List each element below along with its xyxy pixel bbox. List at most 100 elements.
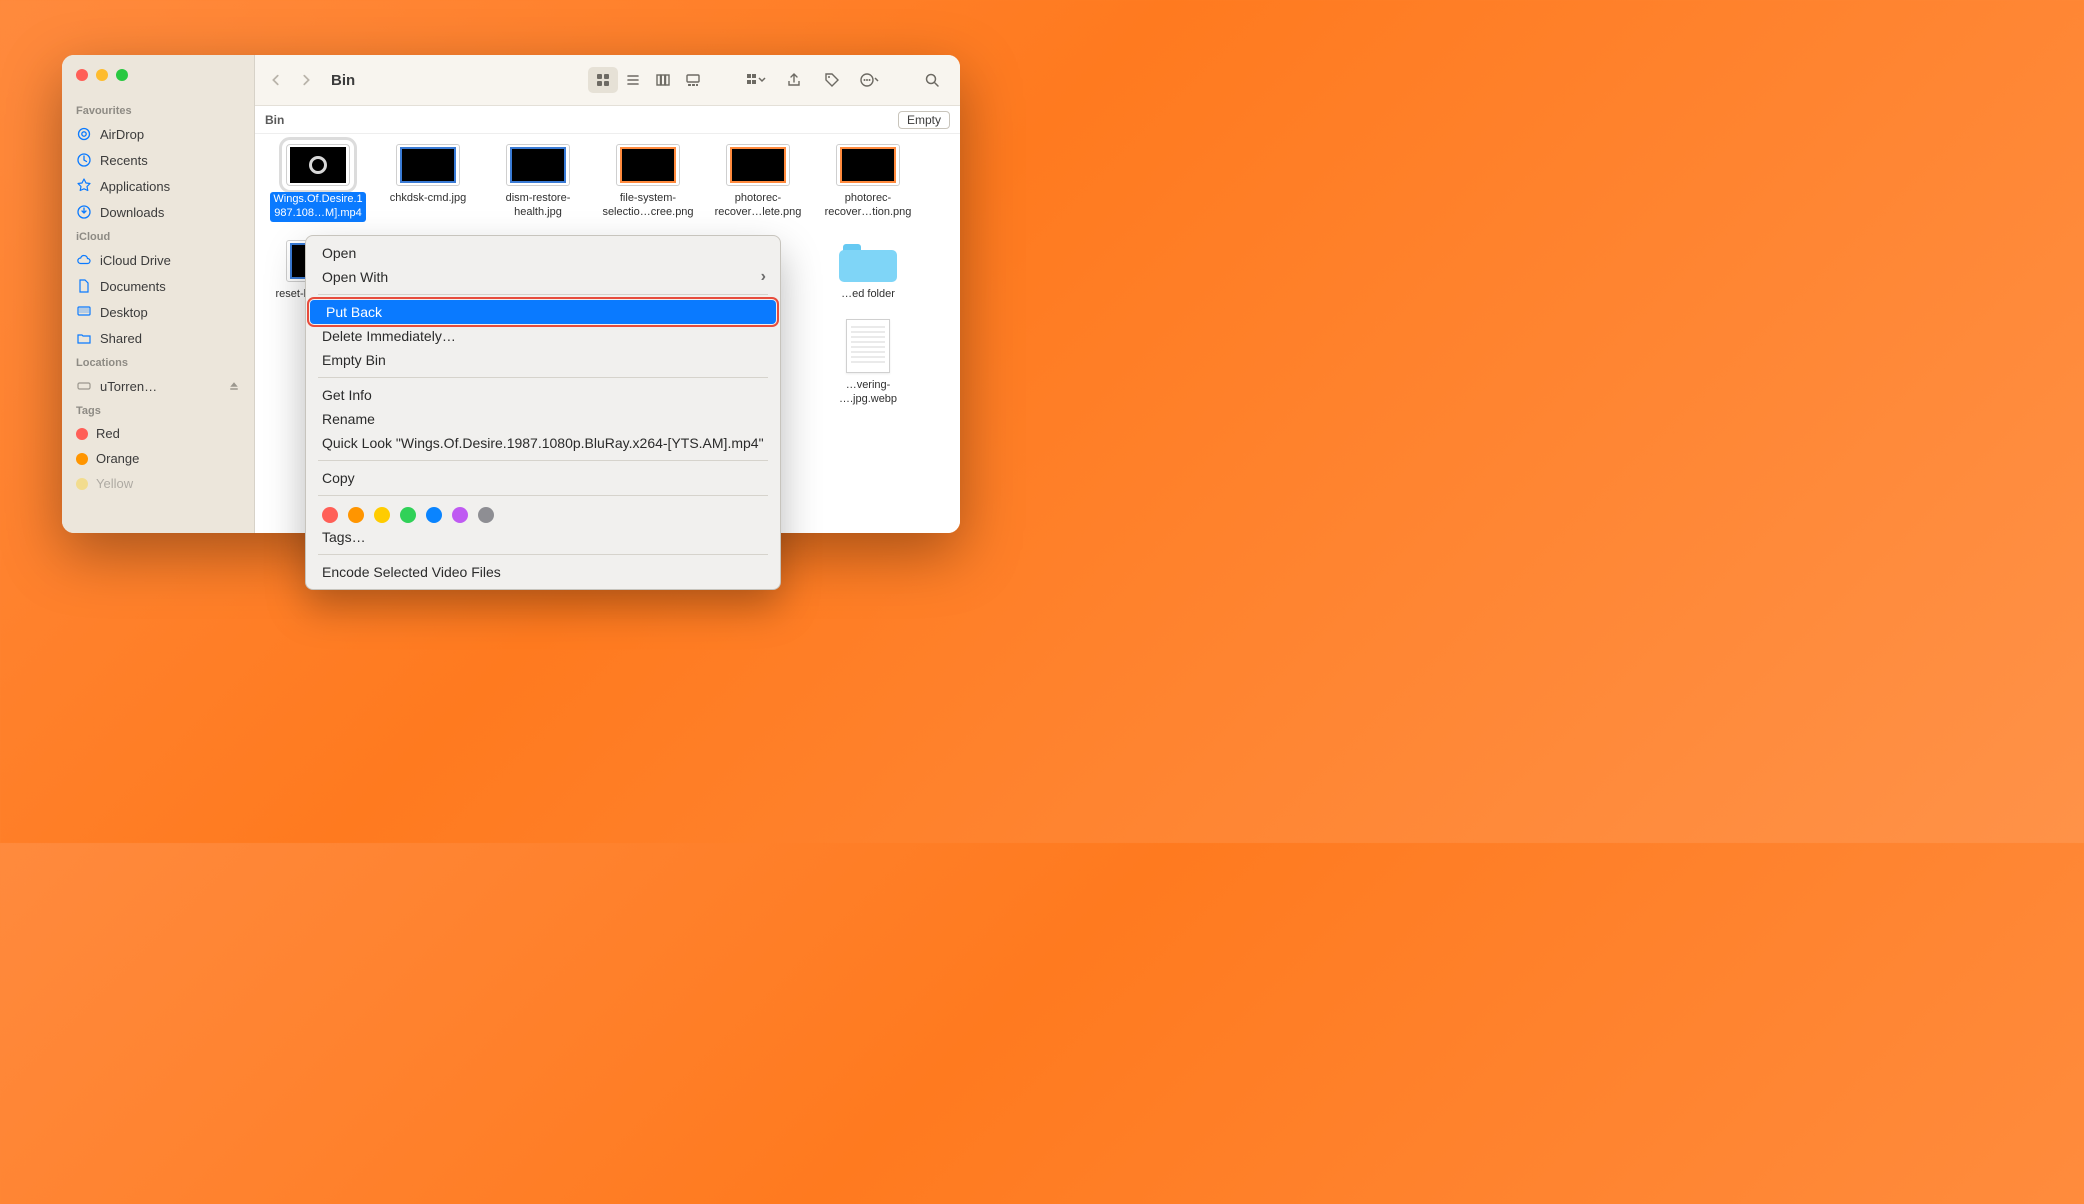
fullscreen-window-button[interactable] <box>116 69 128 81</box>
sidebar-heading-locations: Locations <box>62 351 254 373</box>
ctx-put-back[interactable]: Put Back <box>310 300 776 324</box>
ctx-tags[interactable]: Tags… <box>306 525 780 549</box>
file-label: photorec-recover…tion.png <box>825 192 912 220</box>
eject-icon[interactable] <box>228 380 240 392</box>
ctx-quick-look[interactable]: Quick Look "Wings.Of.Desire.1987.1080p.B… <box>306 431 780 455</box>
sidebar-item-utorrent[interactable]: uTorren… <box>62 373 254 399</box>
document-icon <box>76 278 92 294</box>
share-button[interactable] <box>780 67 808 93</box>
sidebar-item-desktop[interactable]: Desktop <box>62 299 254 325</box>
search-button[interactable] <box>918 67 946 93</box>
sidebar-item-documents[interactable]: Documents <box>62 273 254 299</box>
desktop-icon <box>76 304 92 320</box>
file-item[interactable]: Wings.Of.Desire.1987.108…M].mp4 <box>263 144 373 222</box>
ctx-rename[interactable]: Rename <box>306 407 780 431</box>
file-item[interactable]: photorec-recover…lete.png <box>703 144 813 222</box>
file-label: …vering-….jpg.webp <box>839 379 897 407</box>
applications-icon <box>76 178 92 194</box>
clock-icon <box>76 152 92 168</box>
file-label: chkdsk-cmd.jpg <box>390 192 466 206</box>
ctx-separator <box>318 460 768 461</box>
airdrop-icon <box>76 126 92 142</box>
file-thumbnail <box>616 144 680 186</box>
ctx-encode[interactable]: Encode Selected Video Files <box>306 560 780 584</box>
toolbar: Bin <box>255 55 960 106</box>
sidebar-item-applications[interactable]: Applications <box>62 173 254 199</box>
file-item[interactable]: dism-restore-health.jpg <box>483 144 593 222</box>
tag-dot-icon <box>76 453 88 465</box>
sidebar-tag-orange[interactable]: Orange <box>62 446 254 471</box>
sidebar-item-recents[interactable]: Recents <box>62 147 254 173</box>
more-actions-button[interactable] <box>856 67 884 93</box>
sidebar-item-shared[interactable]: Shared <box>62 325 254 351</box>
sidebar-item-downloads[interactable]: Downloads <box>62 199 254 225</box>
view-columns-button[interactable] <box>648 67 678 93</box>
path-location: Bin <box>265 113 284 127</box>
sidebar-item-label: Recents <box>100 153 148 168</box>
file-item[interactable]: photorec-recover…tion.png <box>813 144 923 222</box>
file-item[interactable]: file-system-selectio…cree.png <box>593 144 703 222</box>
sidebar-item-label: AirDrop <box>100 127 144 142</box>
sidebar-item-label: Desktop <box>100 305 148 320</box>
nav-forward-button[interactable] <box>299 73 313 87</box>
ctx-separator <box>318 554 768 555</box>
view-gallery-button[interactable] <box>678 67 708 93</box>
file-thumbnail <box>846 319 890 373</box>
ctx-delete-immediately[interactable]: Delete Immediately… <box>306 324 780 348</box>
sidebar-item-label: Documents <box>100 279 166 294</box>
sidebar: Favourites AirDrop Recents Applications … <box>62 55 255 533</box>
ctx-get-info[interactable]: Get Info <box>306 383 780 407</box>
window-controls <box>62 69 254 99</box>
sidebar-item-airdrop[interactable]: AirDrop <box>62 121 254 147</box>
sidebar-heading-favourites: Favourites <box>62 99 254 121</box>
tag-dot-icon <box>76 478 88 490</box>
sidebar-item-label: Orange <box>96 451 139 466</box>
view-icons-button[interactable] <box>588 67 618 93</box>
ctx-separator <box>318 377 768 378</box>
close-window-button[interactable] <box>76 69 88 81</box>
sidebar-item-label: Shared <box>100 331 142 346</box>
ctx-tag-colors <box>306 501 780 525</box>
disk-icon <box>76 378 92 394</box>
file-item[interactable]: …ed folder <box>813 240 923 302</box>
minimize-window-button[interactable] <box>96 69 108 81</box>
empty-bin-button[interactable]: Empty <box>898 111 950 129</box>
ctx-copy[interactable]: Copy <box>306 466 780 490</box>
downloads-icon <box>76 204 92 220</box>
tag-dot-icon <box>76 428 88 440</box>
tag-color-blue[interactable] <box>426 507 442 523</box>
file-thumbnail <box>726 144 790 186</box>
sidebar-item-label: Red <box>96 426 120 441</box>
sidebar-item-label: Downloads <box>100 205 164 220</box>
nav-back-button[interactable] <box>269 73 283 87</box>
tag-color-purple[interactable] <box>452 507 468 523</box>
file-label: photorec-recover…lete.png <box>715 192 802 220</box>
file-item[interactable]: …vering-….jpg.webp <box>813 319 923 407</box>
sidebar-item-label: uTorren… <box>100 379 157 394</box>
group-by-button[interactable] <box>742 67 770 93</box>
tag-color-red[interactable] <box>322 507 338 523</box>
ctx-separator <box>318 294 768 295</box>
sidebar-tag-yellow[interactable]: Yellow <box>62 471 254 496</box>
file-thumbnail <box>396 144 460 186</box>
view-switcher <box>588 67 708 93</box>
context-menu: Open Open With Put Back Delete Immediate… <box>305 235 781 590</box>
file-thumbnail <box>506 144 570 186</box>
tags-button[interactable] <box>818 67 846 93</box>
file-label: …ed folder <box>841 288 895 302</box>
tag-color-orange[interactable] <box>348 507 364 523</box>
ctx-empty-bin[interactable]: Empty Bin <box>306 348 780 372</box>
tag-color-yellow[interactable] <box>374 507 390 523</box>
file-thumbnail <box>836 144 900 186</box>
ctx-separator <box>318 495 768 496</box>
view-list-button[interactable] <box>618 67 648 93</box>
sidebar-tag-red[interactable]: Red <box>62 421 254 446</box>
file-item[interactable]: chkdsk-cmd.jpg <box>373 144 483 222</box>
cloud-icon <box>76 252 92 268</box>
sidebar-item-label: Applications <box>100 179 170 194</box>
ctx-open[interactable]: Open <box>306 241 780 265</box>
tag-color-green[interactable] <box>400 507 416 523</box>
ctx-open-with[interactable]: Open With <box>306 265 780 289</box>
sidebar-item-icloud-drive[interactable]: iCloud Drive <box>62 247 254 273</box>
tag-color-gray[interactable] <box>478 507 494 523</box>
